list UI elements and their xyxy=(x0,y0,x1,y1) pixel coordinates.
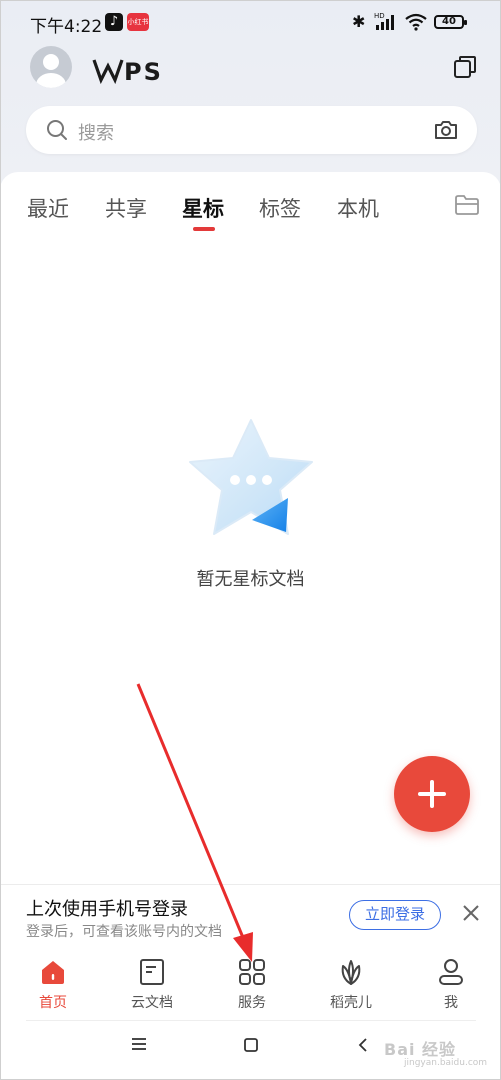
screen-frame xyxy=(0,0,501,1080)
